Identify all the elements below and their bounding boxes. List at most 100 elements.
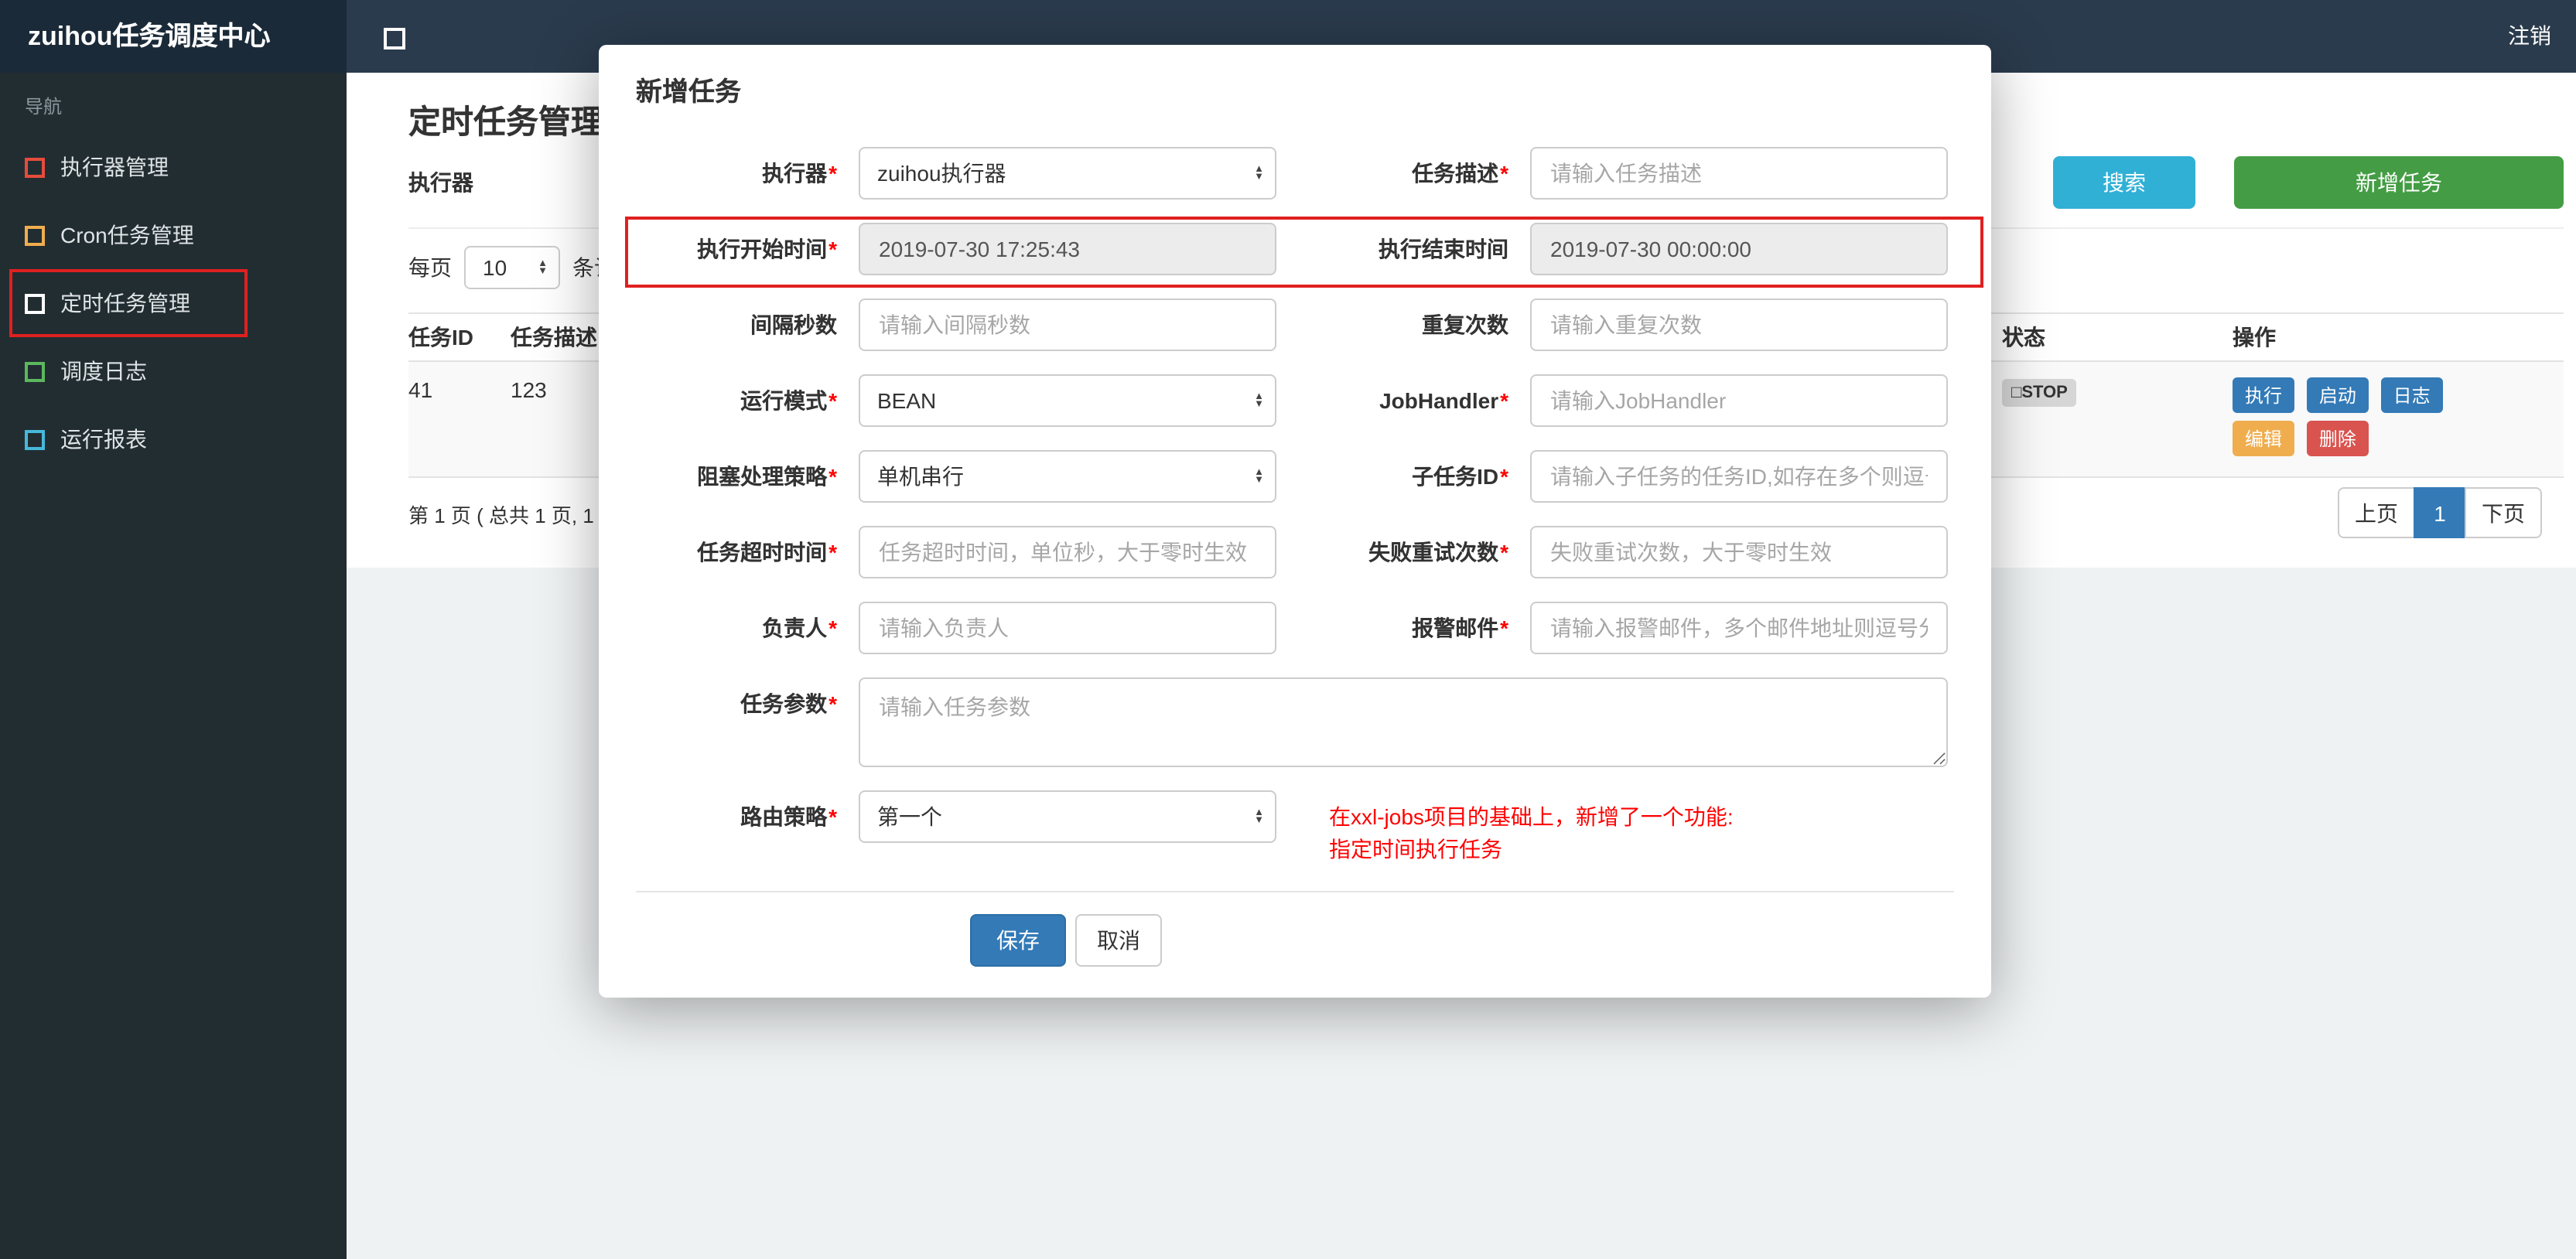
next-page-button[interactable]: 下页	[2465, 487, 2542, 538]
delete-button[interactable]: 删除	[2306, 421, 2369, 456]
sidebar-item-executor-manage[interactable]: 执行器管理	[0, 133, 347, 201]
sidebar-item-schedule-log[interactable]: 调度日志	[0, 337, 347, 405]
select-arrows-icon: ▲ ▼	[1254, 391, 1264, 410]
per-page-prefix: 每页	[408, 255, 452, 280]
sidebar-item-run-report[interactable]: 运行报表	[0, 405, 347, 473]
timeout-label: 任务超时时间	[636, 526, 837, 578]
executor-filter-label: 执行器	[408, 170, 473, 195]
form-row: 路由策略 第一个 ▲▼ 在xxl-jobs项目的基础上，新增了一个功能: 指定时…	[636, 790, 1954, 866]
per-page-select[interactable]: 10 ▲ ▼	[464, 246, 560, 289]
job-handler-label: JobHandler	[1276, 374, 1508, 427]
header-actions: 操作	[2233, 325, 2276, 350]
feature-note-line1: 在xxl-jobs项目的基础上，新增了一个功能:	[1329, 804, 1734, 829]
retry-count-input[interactable]	[1530, 526, 1948, 578]
modal-title: 新增任务	[636, 77, 741, 107]
search-button[interactable]: 搜索	[2053, 156, 2195, 209]
job-handler-input[interactable]	[1530, 374, 1948, 427]
block-strategy-select[interactable]: 单机串行 ▲ ▼	[859, 450, 1276, 503]
form-row: 执行器 zuihou执行器 ▲▼ 任务描述	[636, 147, 1954, 200]
per-page-value: 10	[483, 255, 507, 280]
square-outline-icon	[25, 361, 45, 381]
action-buttons-line2: 编辑 删除	[2233, 421, 2564, 456]
sidebar-item-label: 执行器管理	[60, 155, 169, 179]
end-time-input[interactable]: 2019-07-30 00:00:00	[1530, 223, 1948, 275]
sidebar-item-label: 调度日志	[60, 359, 147, 384]
route-strategy-label: 路由策略	[636, 790, 837, 843]
status-badge-label: STOP	[2021, 384, 2068, 402]
log-button[interactable]: 日志	[2380, 377, 2443, 413]
add-task-button[interactable]: 新增任务	[2234, 156, 2564, 209]
square-outline-icon	[25, 429, 45, 449]
route-strategy-select[interactable]: 第一个 ▲ ▼	[859, 790, 1276, 843]
form-row: 负责人 报警邮件	[636, 602, 1954, 654]
form-row: 间隔秒数 重复次数	[636, 299, 1954, 351]
select-arrows-icon: ▲ ▼	[1254, 163, 1264, 183]
sidebar-item-timed-task-manage[interactable]: 定时任务管理	[0, 269, 347, 337]
interval-input[interactable]	[859, 299, 1276, 351]
form-row: 运行模式 BEAN ▲▼ JobHandler	[636, 374, 1954, 427]
job-desc-input[interactable]	[1530, 147, 1948, 200]
square-outline-icon	[25, 225, 45, 245]
brand-title[interactable]: zuihou任务调度中心	[0, 0, 347, 73]
sidebar: 导航 执行器管理 Cron任务管理 定时任务管理 调度日志 运行报表	[0, 73, 347, 1259]
run-mode-label: 运行模式	[636, 374, 837, 427]
author-input[interactable]	[859, 602, 1276, 654]
status-badge-icon: □	[2011, 384, 2022, 402]
edit-button[interactable]: 编辑	[2233, 421, 2295, 456]
app-root: zuihou任务调度中心 注销 导航 执行器管理 Cron任务管理 定时任务管理…	[0, 0, 2576, 1259]
add-task-modal: 新增任务 执行器 zuihou执行器 ▲▼ 任务描述 执行开始时间 2019-0…	[599, 45, 1991, 998]
select-arrows-icon: ▲ ▼	[538, 258, 548, 277]
cell-actions: 执行 启动 日志 编辑 删除	[2233, 377, 2564, 456]
form-row: 执行开始时间 2019-07-30 17:25:43 执行结束时间 2019-0…	[636, 223, 1954, 275]
cell-task-id: 41	[408, 377, 433, 402]
job-param-label: 任务参数	[636, 677, 837, 730]
author-label: 负责人	[636, 602, 837, 654]
interval-label: 间隔秒数	[750, 312, 837, 337]
executor-label: 执行器	[636, 147, 837, 200]
form-row: 任务参数	[636, 677, 1954, 767]
pagination: 上页 1 下页	[2338, 487, 2542, 538]
page-1-button[interactable]: 1	[2414, 487, 2466, 538]
sidebar-item-cron-task-manage[interactable]: Cron任务管理	[0, 201, 347, 269]
run-mode-select[interactable]: BEAN ▲ ▼	[859, 374, 1276, 427]
route-strategy-select-value: 第一个	[877, 804, 942, 829]
sidebar-item-label: 定时任务管理	[60, 291, 190, 316]
start-button[interactable]: 启动	[2306, 377, 2369, 413]
job-desc-label: 任务描述	[1276, 147, 1508, 200]
prev-page-button[interactable]: 上页	[2338, 487, 2415, 538]
form-row: 阻塞处理策略 单机串行 ▲▼ 子任务ID	[636, 450, 1954, 503]
status-badge: □STOP	[2002, 379, 2077, 407]
save-button[interactable]: 保存	[970, 914, 1066, 967]
job-param-textarea[interactable]	[859, 677, 1948, 767]
feature-note-line2: 指定时间执行任务	[1329, 837, 1502, 862]
block-strategy-select-value: 单机串行	[877, 464, 964, 489]
select-arrows-icon: ▲ ▼	[1254, 466, 1264, 486]
sidebar-item-label: Cron任务管理	[60, 223, 194, 247]
repeat-count-input[interactable]	[1530, 299, 1948, 351]
child-job-id-input[interactable]	[1530, 450, 1948, 503]
action-buttons-line1: 执行 启动 日志	[2233, 377, 2449, 413]
repeat-count-label: 重复次数	[1422, 312, 1508, 337]
executor-select-value: zuihou执行器	[877, 161, 1006, 186]
modal-actions: 保存 取消	[970, 914, 1954, 967]
executor-select[interactable]: zuihou执行器 ▲ ▼	[859, 147, 1276, 200]
header-status: 状态	[2002, 325, 2045, 350]
logout-link[interactable]: 注销	[2508, 0, 2551, 73]
select-arrows-icon: ▲ ▼	[1254, 807, 1264, 826]
retry-count-label: 失败重试次数	[1276, 526, 1508, 578]
feature-note: 在xxl-jobs项目的基础上，新增了一个功能: 指定时间执行任务	[1329, 790, 1734, 866]
start-time-label: 执行开始时间	[636, 223, 837, 275]
header-task-id: 任务ID	[408, 325, 473, 350]
run-button[interactable]: 执行	[2233, 377, 2295, 413]
sidebar-toggle-icon[interactable]	[384, 28, 405, 49]
timeout-input[interactable]	[859, 526, 1276, 578]
cancel-button[interactable]: 取消	[1075, 914, 1162, 967]
sidebar-item-label: 运行报表	[60, 427, 147, 452]
alarm-email-input[interactable]	[1530, 602, 1948, 654]
end-time-label: 执行结束时间	[1379, 237, 1508, 261]
modal-divider	[636, 891, 1954, 892]
run-mode-select-value: BEAN	[877, 388, 937, 413]
start-time-input[interactable]: 2019-07-30 17:25:43	[859, 223, 1276, 275]
sidebar-section-label: 导航	[25, 96, 63, 118]
form-row: 任务超时时间 失败重试次数	[636, 526, 1954, 578]
